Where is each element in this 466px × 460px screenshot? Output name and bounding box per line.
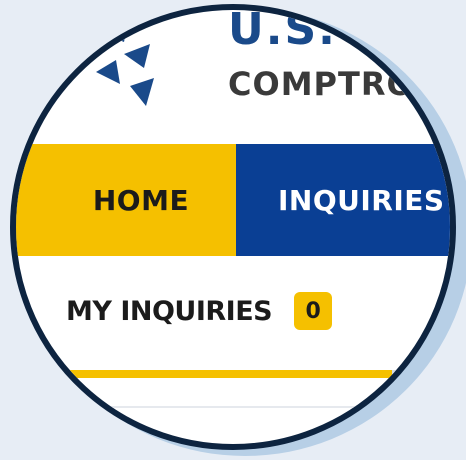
active-tab-indicator [16,370,392,378]
org-name-top: U.S. [228,4,337,55]
tab-my-inquiries[interactable]: MY INQUIRIES 0 [66,292,333,330]
tab-my-inquiries-label: MY INQUIRIES [66,295,273,327]
inquiries-count-badge: 0 [294,292,333,330]
nav-item-home-label: HOME [92,183,190,217]
nav-item-home[interactable]: HOME [16,144,236,256]
main-nav: HOME INQUIRIES [16,144,450,256]
nav-item-inquiries-label: INQUIRIES [278,183,445,217]
comptroller-logo-icon [96,22,154,106]
tab-track [392,370,450,378]
list-divider [16,406,450,408]
magnifier-lens: U.S. COMPTRO HOME INQUIRIES MY INQUIRIES… [10,4,456,450]
nav-item-inquiries[interactable]: INQUIRIES [238,144,445,256]
org-name-sub: COMPTRO [228,65,415,103]
zoomed-page: U.S. COMPTRO HOME INQUIRIES MY INQUIRIES… [16,4,450,444]
